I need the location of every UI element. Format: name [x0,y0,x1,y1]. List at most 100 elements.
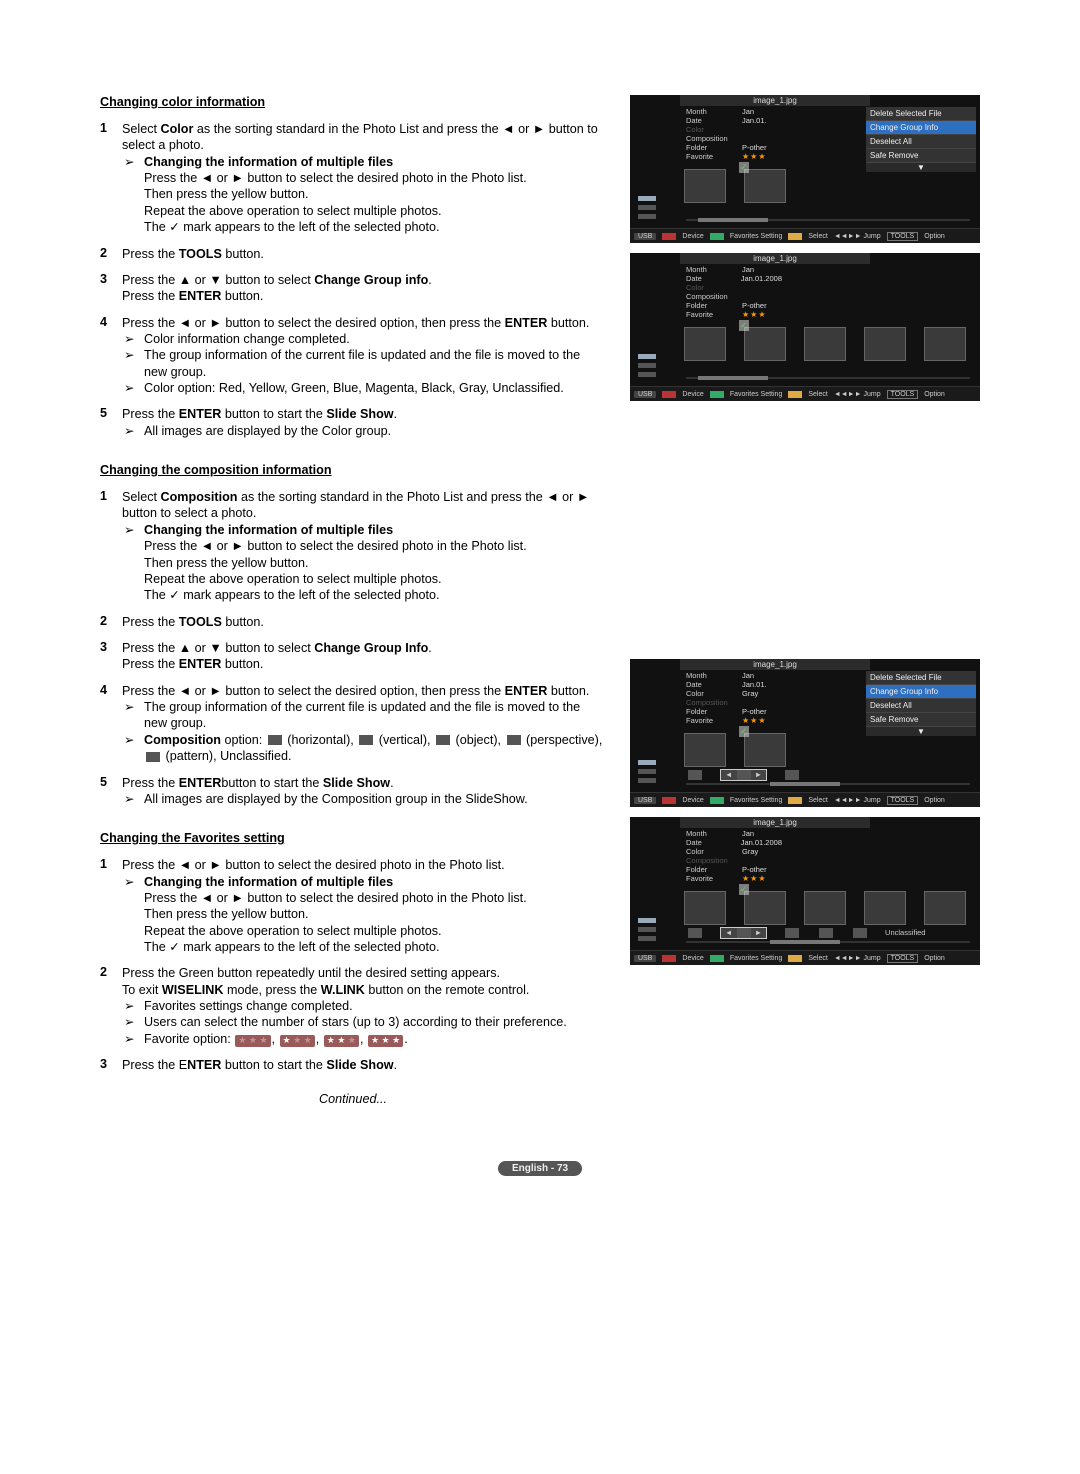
yellow-dot-icon [788,391,802,398]
comp-icon [819,928,833,938]
steps-color: 1 Select Color as the sorting standard i… [100,121,606,439]
sub-line: Press the ◄ or ► button to select the de… [144,539,527,553]
bold: Composition [161,490,238,504]
text: mode, press the [223,983,320,997]
bold: Change Group info [314,273,428,287]
photo-thumb[interactable] [924,327,966,361]
menu-item-deselect[interactable]: Deselect All [866,135,976,149]
text: . [428,641,432,655]
photo-thumb[interactable] [684,891,726,925]
sub-line: The ✓ mark appears to the left of the se… [144,940,439,954]
info-label: Date [686,116,736,125]
scrollbar-thumb[interactable] [698,376,768,380]
photo-thumb[interactable]: ✓ [744,891,786,925]
arrow-item: Color information change completed. [122,331,606,347]
comp-icon [853,928,867,938]
bold: ENTER [179,776,222,790]
text: button. [221,289,263,303]
sub-title: Changing the information of multiple fil… [144,875,393,889]
bold: Color [161,122,194,136]
legend-bar: USB Device Favorites Setting Select ◄◄►►… [630,386,980,401]
step-number: 1 [100,121,122,236]
menu-item-change[interactable]: Change Group Info [866,121,976,135]
photo-thumb[interactable]: ✓ [744,733,786,767]
green-dot-icon [710,797,724,804]
text: Press the ▲ or ▼ button to select [122,273,314,287]
sub-line: Then press the yellow button. [144,187,309,201]
scrollbar-thumb[interactable] [770,940,840,944]
legend-text: Favorites Setting [730,233,783,240]
sub-line: Press the ◄ or ► button to select the de… [144,891,527,905]
text: . [390,776,394,790]
photo-thumb[interactable] [804,327,846,361]
bold: Slide Show [326,407,393,421]
photo-thumb[interactable] [684,733,726,767]
sub-title: Changing the information of multiple fil… [144,155,393,169]
comp-selected: ◄ ► [720,927,767,939]
stars-icon: ★★★ [742,874,767,883]
green-dot-icon [710,955,724,962]
page-number: English - 73 [498,1161,582,1176]
section-title-color: Changing color information [100,95,606,109]
photo-thumb[interactable]: ✓ [744,327,786,361]
photo-thumb[interactable] [684,169,726,203]
green-dot-icon [710,391,724,398]
step-number: 3 [100,272,122,305]
text: button on the remote control. [365,983,530,997]
photo-thumb[interactable] [924,891,966,925]
info-label: Composition [686,134,736,143]
check-icon: ✓ [739,884,749,895]
menu-down-icon[interactable]: ▼ [866,727,976,736]
step-number: 1 [100,857,122,955]
usb-label: USB [634,233,656,240]
info-label: Folder [686,143,736,152]
bold: Composition [144,733,221,747]
photo-thumb[interactable] [804,891,846,925]
menu-down-icon[interactable]: ▼ [866,163,976,172]
perspective-icon [507,735,521,745]
menu-item-safe[interactable]: Safe Remove [866,149,976,163]
arrow-item: All images are displayed by the Composit… [122,791,606,807]
fav-option-1: ★ ★ ★ [280,1035,315,1047]
comp-icon [688,770,702,780]
menu-item-delete[interactable]: Delete Selected File [866,107,976,121]
menu-item-safe[interactable]: Safe Remove [866,713,976,727]
red-dot-icon [662,955,676,962]
text: button to start the [221,1058,326,1072]
text: button. [221,657,263,671]
scrollbar-thumb[interactable] [698,218,768,222]
arrow-item: Color option: Red, Yellow, Green, Blue, … [122,380,606,396]
photo-thumb[interactable]: ✓ [744,169,786,203]
bold: TOOLS [179,615,222,629]
object-icon [436,735,450,745]
menu-item-change[interactable]: Change Group Info [866,685,976,699]
menu-item-deselect[interactable]: Deselect All [866,699,976,713]
bold: Slide Show [326,1058,393,1072]
red-dot-icon [662,391,676,398]
bold: ENTER [179,407,222,421]
bold: NTER [187,1058,221,1072]
stars-icon: ★★★ [742,310,767,319]
check-icon: ✓ [739,726,749,737]
info-label: Month [686,107,736,116]
continued-label: Continued... [100,1092,606,1106]
shot-title: image_1.jpg [680,253,870,264]
scrollbar-thumb[interactable] [770,782,840,786]
sub-line: Repeat the above operation to select mul… [144,572,442,586]
text: Press the [122,657,179,671]
text: Press the E [122,1058,187,1072]
side-nav-icon [638,196,656,219]
bold: Change Group Info [314,641,428,655]
menu-item-delete[interactable]: Delete Selected File [866,671,976,685]
bold: ENTER [505,684,548,698]
text: button. [547,316,589,330]
sub-title: Changing the information of multiple fil… [144,523,393,537]
info-val: Jan [742,107,754,116]
text: button to start the [221,407,326,421]
photo-thumb[interactable] [684,327,726,361]
photo-thumb[interactable] [864,327,906,361]
arrow-item: The group information of the current fil… [122,699,606,732]
photo-thumb[interactable] [864,891,906,925]
arrow-item: Favorites settings change completed. [122,998,606,1014]
context-menu: Delete Selected File Change Group Info D… [866,671,976,736]
